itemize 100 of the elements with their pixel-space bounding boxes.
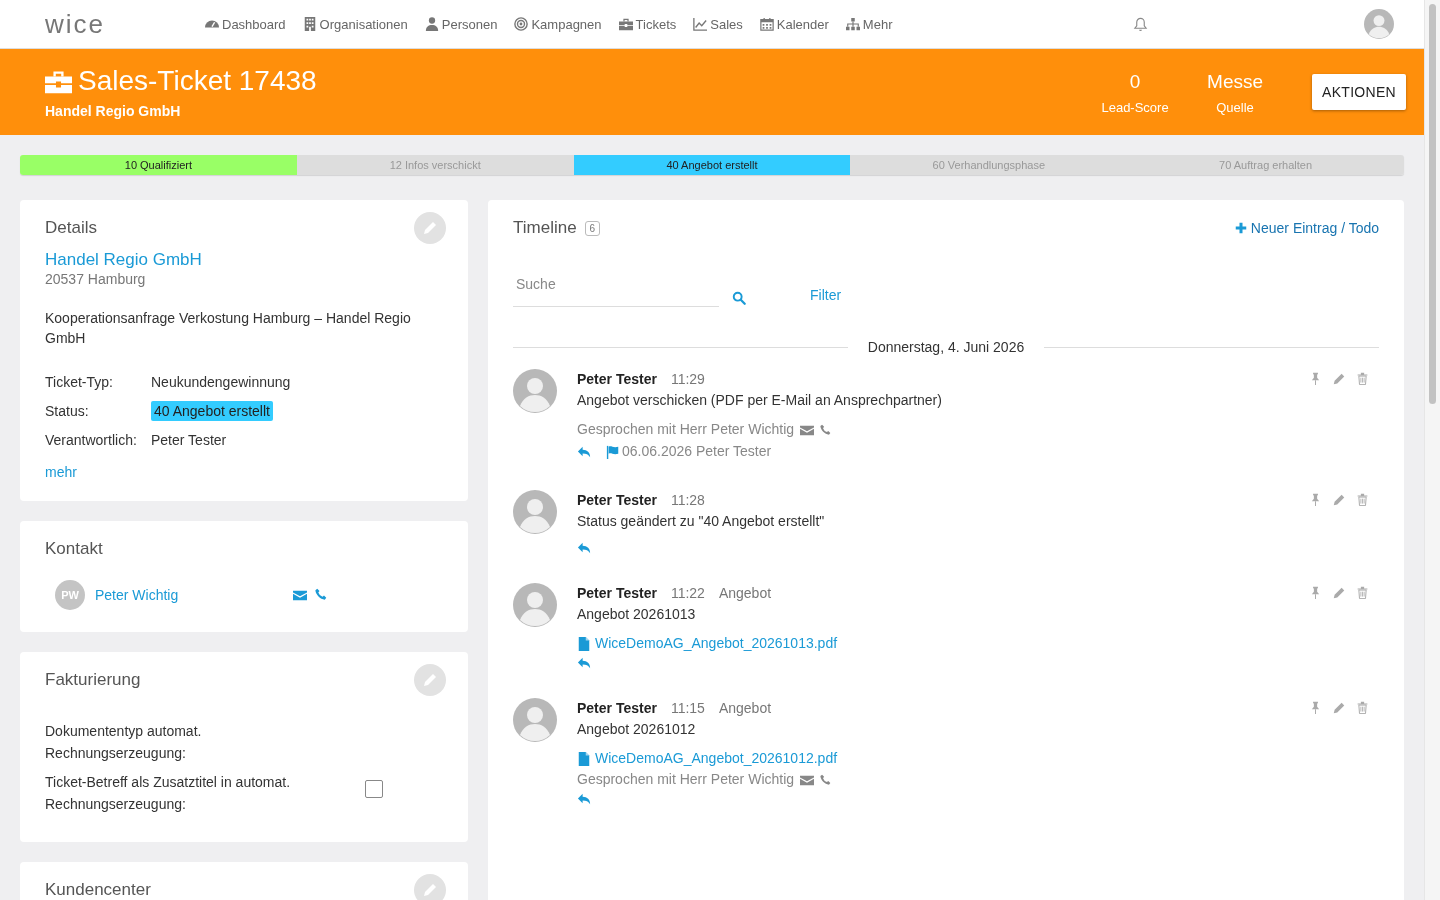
avatar-icon — [1364, 9, 1394, 39]
file-icon — [577, 751, 591, 766]
contact-note: Gesprochen mit Herr Peter Wichtig — [577, 420, 795, 439]
bell-icon[interactable] — [1133, 16, 1148, 32]
avatar-icon — [513, 583, 557, 627]
phone-icon[interactable] — [315, 588, 327, 600]
contact-link[interactable]: Peter Wichtig — [95, 587, 293, 603]
field-label: Dokumententyp automat. Rechnungserzeugung: — [45, 722, 203, 763]
date-separator: Donnerstag, 4. Juni 2026 — [866, 339, 1026, 355]
scrollbar[interactable] — [1424, 0, 1440, 900]
phone-icon[interactable] — [820, 774, 832, 785]
app-logo[interactable]: wice — [0, 11, 205, 37]
pin-icon[interactable] — [1309, 493, 1322, 506]
trash-icon[interactable] — [1356, 586, 1369, 599]
nav-link[interactable]: Sales — [693, 16, 751, 32]
edit-button[interactable] — [414, 664, 446, 696]
author-name: Peter Tester — [577, 584, 657, 603]
entry-time: 11:15 — [670, 699, 705, 718]
field-value: Neukundengewinnung — [151, 374, 292, 390]
attachment-link[interactable]: WiceDemoAG_Angebot_20261012.pdf — [577, 748, 838, 769]
entry-text: Angebot verschicken (PDF per E-Mail an Ansprechpartner) — [577, 391, 943, 410]
mail-icon[interactable] — [293, 588, 307, 602]
contact-note: Gesprochen mit Herr Peter Wichtig — [577, 770, 795, 789]
nav-link[interactable]: Tickets — [618, 16, 685, 32]
company-address: 20537 Hamburg — [45, 271, 147, 287]
pin-icon[interactable] — [1309, 372, 1322, 385]
pencil-icon[interactable] — [1332, 701, 1346, 715]
entry-text: Angebot 20261012 — [577, 720, 697, 739]
edit-button[interactable] — [414, 212, 446, 244]
entry-category: Angebot — [718, 584, 772, 603]
avatar-icon — [513, 698, 557, 742]
nav-link[interactable]: Dashboard — [205, 16, 294, 32]
pencil-icon — [422, 672, 438, 688]
card-title: Kontakt — [45, 539, 103, 559]
company-name: Handel Regio GmbH — [45, 103, 182, 119]
avatar-icon — [513, 369, 557, 413]
entry-count: 6 — [584, 220, 601, 236]
field-label: Ticket-Betreff als Zusatztitel in automat. Rechnungserzeugung: — [45, 773, 292, 814]
filter-link[interactable]: Filter — [810, 286, 842, 303]
pin-icon[interactable] — [1309, 701, 1322, 714]
panel-title: Timeline — [513, 218, 577, 238]
more-link[interactable]: mehr — [45, 464, 77, 480]
edit-button[interactable] — [414, 874, 446, 900]
checkbox[interactable] — [365, 780, 383, 798]
briefcase-icon — [618, 17, 633, 31]
author-name: Peter Tester — [577, 699, 657, 718]
trash-icon[interactable] — [1356, 701, 1369, 714]
target-icon — [514, 17, 529, 31]
attachment-link[interactable]: WiceDemoAG_Angebot_20261013.pdf — [577, 633, 838, 654]
avatar-icon — [513, 490, 557, 534]
trash-icon[interactable] — [1356, 493, 1369, 506]
status-badge: 40 Angebot erstellt — [151, 401, 273, 421]
reply-icon[interactable] — [577, 540, 592, 555]
entry-text: Angebot 20261013 — [577, 605, 697, 624]
pin-icon[interactable] — [1309, 586, 1322, 599]
reply-icon[interactable] — [577, 791, 592, 806]
stat-value: 0 — [1129, 69, 1141, 94]
entry-time: 11:29 — [670, 370, 705, 389]
pencil-icon[interactable] — [1332, 586, 1346, 600]
stage-step[interactable]: 40 Angebot erstellt — [573, 155, 851, 175]
pencil-icon[interactable] — [1332, 493, 1346, 507]
card-title: Kundencenter — [45, 880, 151, 900]
trash-icon[interactable] — [1356, 372, 1369, 385]
nav-link[interactable]: Mehr — [845, 16, 901, 32]
actions-button[interactable]: AKTIONEN — [1312, 74, 1406, 110]
author-name: Peter Tester — [577, 491, 657, 510]
reply-icon[interactable] — [577, 444, 592, 459]
person-icon — [424, 17, 439, 31]
entry-category: Angebot — [718, 699, 772, 718]
follow-up: 06.06.2026 Peter Tester — [622, 442, 772, 461]
stat-value: Messe — [1207, 69, 1264, 94]
stage-step[interactable]: 10 Qualifiziert — [20, 155, 297, 175]
card-title: Details — [45, 218, 97, 238]
company-link[interactable]: Handel Regio GmbH — [45, 250, 443, 270]
entry-time: 11:22 — [670, 584, 705, 603]
field-value: Peter Tester — [151, 432, 228, 448]
initials-avatar: PW — [55, 580, 85, 610]
nav-link[interactable]: Personen — [424, 16, 506, 32]
page-title: Sales-Ticket 17438 — [78, 65, 317, 97]
search-button[interactable] — [732, 290, 746, 305]
nav-link[interactable]: Organisationen — [302, 16, 416, 32]
stat-label: Lead-Score — [1101, 99, 1169, 115]
sitemap-icon — [845, 17, 860, 31]
ticket-subject: Kooperationsanfrage Verkostung Hamburg – Handel Regio GmbH — [45, 309, 412, 348]
calendar-icon — [759, 17, 774, 31]
field-label: Status: — [45, 403, 90, 419]
entry-time: 11:28 — [670, 491, 705, 510]
phone-icon[interactable] — [820, 424, 832, 435]
file-icon — [577, 636, 591, 651]
nav-link[interactable]: Kalender — [759, 16, 837, 32]
nav-link[interactable]: Kampagnen — [514, 16, 610, 32]
author-name: Peter Tester — [577, 370, 657, 389]
card-title: Fakturierung — [45, 670, 141, 690]
reply-icon[interactable] — [577, 655, 592, 670]
pencil-icon[interactable] — [1332, 372, 1346, 386]
chart-icon — [693, 17, 708, 31]
field-label: Verantwortlich: — [45, 432, 138, 448]
entry-text: Status geändert zu "40 Angebot erstellt" — [577, 512, 826, 531]
new-entry-link[interactable]: Neuer Eintrag / Todo — [1234, 220, 1379, 236]
plus-icon — [1234, 222, 1247, 234]
